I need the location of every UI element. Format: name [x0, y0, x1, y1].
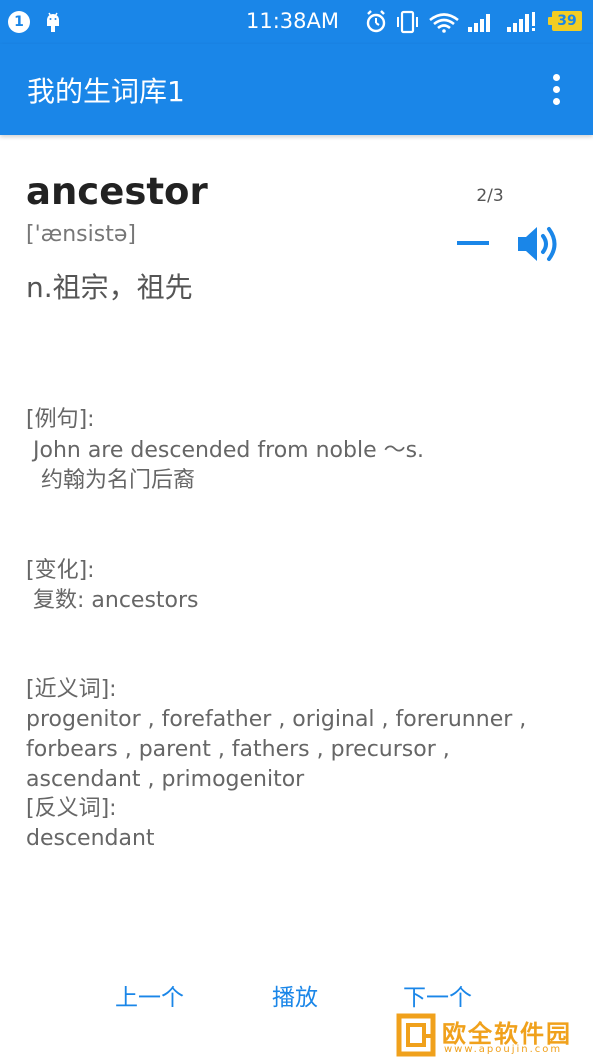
word-meaning: n.祖宗，祖先	[26, 271, 193, 304]
status-time: 11:38AM	[246, 9, 340, 33]
example-sentence-cn: 约翰为名门后裔	[41, 468, 196, 493]
status-icons	[366, 10, 535, 34]
battery-indicator: 39	[548, 11, 582, 31]
signal-icon	[468, 14, 490, 32]
antonyms-value: descendant	[26, 826, 155, 851]
more-vert-icon[interactable]	[540, 70, 574, 110]
watermark-logo-icon	[396, 1013, 436, 1057]
signal-icon	[507, 12, 535, 32]
word-phonetic: ['ænsistə]	[26, 222, 136, 247]
status-bar: 1 11:38AM 39	[0, 0, 593, 44]
vibrate-icon	[397, 10, 418, 34]
variation-value: 复数: ancestors	[33, 588, 199, 613]
android-icon	[47, 12, 59, 32]
alarm-icon	[366, 10, 386, 33]
app-title: 我的生词库1	[27, 75, 185, 108]
previous-button[interactable]: 上一个	[115, 978, 184, 1012]
notification-count-badge: 1	[8, 11, 30, 33]
variation-label: [变化]:	[26, 558, 95, 583]
antonyms-label: [反义词]:	[26, 796, 117, 821]
next-button[interactable]: 下一个	[403, 978, 472, 1012]
watermark-url: www.apoujin.com	[444, 1044, 563, 1055]
word-headword: ancestor	[26, 170, 208, 213]
example-sentence-en: John are descended from noble ～s.	[33, 438, 425, 463]
app-bar: 我的生词库1	[0, 44, 593, 135]
remove-word-button[interactable]	[452, 222, 494, 264]
example-label: [例句]:	[26, 407, 95, 432]
minus-icon	[457, 241, 489, 245]
synonyms-label: [近义词]:	[26, 677, 117, 702]
watermark: 欧全软件园 www.apoujin.com	[395, 1010, 593, 1060]
word-counter: 2/3	[476, 186, 504, 206]
synonyms-value: progenitor , forefather , original , for…	[26, 707, 527, 792]
speaker-icon[interactable]	[513, 222, 563, 266]
wifi-icon	[429, 13, 459, 33]
play-button[interactable]: 播放	[272, 978, 318, 1012]
